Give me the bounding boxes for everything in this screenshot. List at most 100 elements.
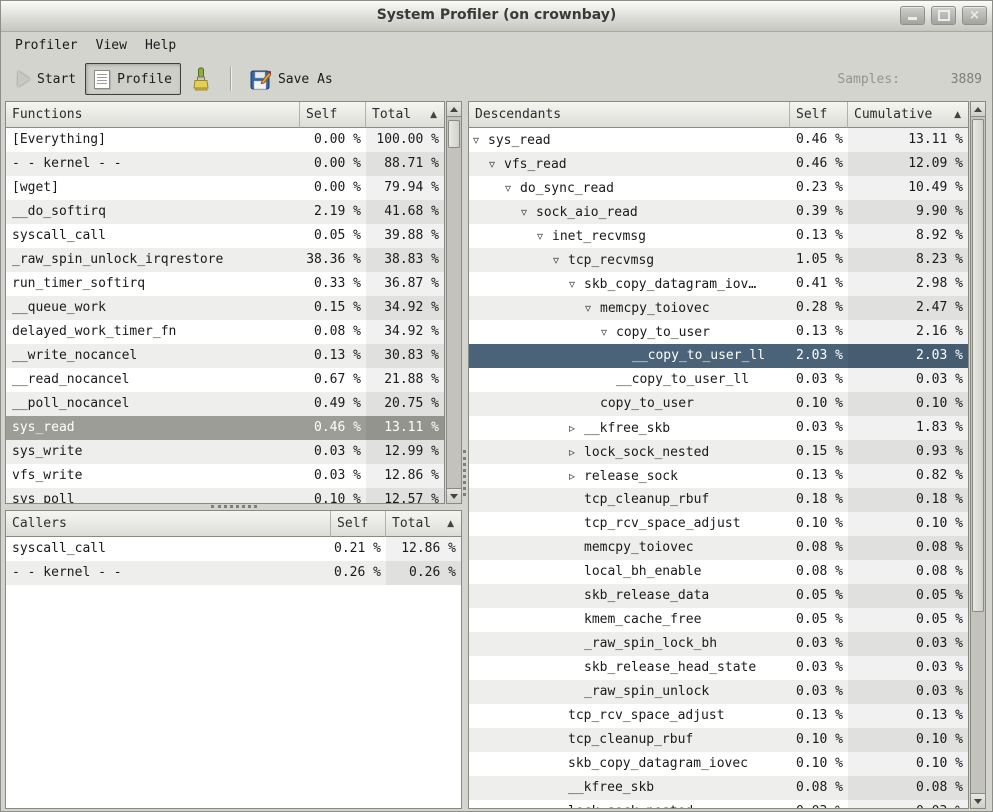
table-row[interactable]: lock_sock_nested0.03 %0.03 % (469, 800, 968, 808)
menu-help[interactable]: Help (136, 35, 185, 56)
table-row[interactable]: - - kernel - -0.00 %88.71 % (6, 152, 444, 176)
callers-column-header[interactable]: Callers (6, 511, 331, 537)
scroll-down-icon[interactable] (971, 793, 985, 808)
expander-open-icon[interactable]: ▿ (553, 248, 568, 272)
table-row[interactable]: vfs_write0.03 %12.86 % (6, 464, 444, 488)
expander-open-icon[interactable]: ▿ (489, 152, 504, 176)
self-value: 0.03 % (790, 800, 848, 808)
table-row[interactable]: __queue_work0.15 %34.92 % (6, 296, 444, 320)
callers-total-column-header[interactable]: Total ▲ (386, 511, 461, 537)
table-row[interactable]: skb_copy_datagram_iovec0.10 %0.10 % (469, 752, 968, 776)
functions-scrollbar-trough[interactable] (447, 117, 461, 488)
table-row[interactable]: syscall_call0.05 %39.88 % (6, 224, 444, 248)
self-value: 2.19 % (300, 200, 366, 224)
table-row[interactable]: __read_nocancel0.67 %21.88 % (6, 368, 444, 392)
table-row[interactable]: ▿memcpy_toiovec0.28 %2.47 % (469, 296, 968, 320)
descendants-self-column-header[interactable]: Self (790, 102, 848, 128)
expander-open-icon[interactable]: ▿ (505, 176, 520, 200)
callers-self-column-header[interactable]: Self (331, 511, 386, 537)
close-button[interactable]: × (962, 6, 987, 25)
total-value: 100.00 % (366, 128, 444, 152)
table-row[interactable]: tcp_rcv_space_adjust0.10 %0.10 % (469, 512, 968, 536)
self-value: 0.00 % (300, 176, 366, 200)
expander-open-icon[interactable]: ▿ (569, 272, 584, 296)
table-row[interactable]: _raw_spin_lock_bh0.03 %0.03 % (469, 632, 968, 656)
menu-view[interactable]: View (87, 35, 136, 56)
table-row[interactable]: tcp_cleanup_rbuf0.18 %0.18 % (469, 488, 968, 512)
table-row[interactable]: syscall_call0.21 %12.86 % (6, 537, 461, 561)
table-row[interactable]: [wget]0.00 %79.94 % (6, 176, 444, 200)
function-name: __do_softirq (6, 200, 300, 224)
table-row[interactable]: __poll_nocancel0.49 %20.75 % (6, 392, 444, 416)
table-row[interactable]: [Everything]0.00 %100.00 % (6, 128, 444, 152)
table-row[interactable]: ▿inet_recvmsg0.13 %8.92 % (469, 224, 968, 248)
start-button[interactable]: Start (9, 66, 85, 92)
table-row[interactable]: _raw_spin_unlock_irqrestore38.36 %38.83 … (6, 248, 444, 272)
table-row[interactable]: __do_softirq2.19 %41.68 % (6, 200, 444, 224)
self-column-header[interactable]: Self (300, 102, 366, 128)
table-row[interactable]: tcp_rcv_space_adjust0.13 %0.13 % (469, 704, 968, 728)
table-row[interactable]: ▿do_sync_read0.23 %10.49 % (469, 176, 968, 200)
menu-profiler[interactable]: Profiler (6, 35, 87, 56)
profile-toggle-button[interactable]: Profile (85, 63, 181, 95)
table-row[interactable]: skb_release_data0.05 %0.05 % (469, 584, 968, 608)
maximize-button[interactable] (931, 6, 956, 25)
expander-open-icon[interactable]: ▿ (521, 200, 536, 224)
functions-scrollbar-thumb[interactable] (448, 120, 460, 148)
minimize-button[interactable] (900, 6, 925, 25)
table-row[interactable]: memcpy_toiovec0.08 %0.08 % (469, 536, 968, 560)
table-row[interactable]: copy_to_user0.10 %0.10 % (469, 392, 968, 416)
expander-closed-icon[interactable]: ▹ (569, 416, 584, 440)
table-row[interactable]: ▿copy_to_user0.13 %2.16 % (469, 320, 968, 344)
functions-scrollbar[interactable] (446, 101, 462, 504)
table-row[interactable]: ▹release_sock0.13 %0.82 % (469, 464, 968, 488)
table-row[interactable]: __copy_to_user_ll0.03 %0.03 % (469, 368, 968, 392)
descendants-scrollbar-trough[interactable] (971, 117, 985, 793)
table-row[interactable]: local_bh_enable0.08 %0.08 % (469, 560, 968, 584)
samples-value: 3889 (900, 72, 982, 87)
table-row[interactable]: sys_read0.46 %13.11 % (6, 416, 444, 440)
expander-closed-icon[interactable]: ▹ (569, 464, 584, 488)
vertical-pane-splitter[interactable] (461, 98, 468, 809)
scroll-up-icon[interactable] (447, 102, 461, 117)
descendants-scrollbar[interactable] (970, 101, 986, 809)
horizontal-pane-splitter[interactable] (5, 503, 462, 510)
expander-open-icon[interactable]: ▿ (601, 320, 616, 344)
table-row[interactable]: sys_write0.03 %12.99 % (6, 440, 444, 464)
table-row[interactable]: __kfree_skb0.08 %0.08 % (469, 776, 968, 800)
table-row[interactable]: ▹__kfree_skb0.03 %1.83 % (469, 416, 968, 440)
descendants-scrollbar-thumb[interactable] (972, 119, 984, 612)
functions-column-header[interactable]: Functions (6, 102, 300, 128)
reset-button[interactable] (181, 62, 220, 96)
table-row[interactable]: ▿sock_aio_read0.39 %9.90 % (469, 200, 968, 224)
table-row[interactable]: delayed_work_timer_fn0.08 %34.92 % (6, 320, 444, 344)
table-row[interactable]: sys_poll0.10 %12.57 % (6, 488, 444, 503)
table-row[interactable]: tcp_cleanup_rbuf0.10 %0.10 % (469, 728, 968, 752)
titlebar: System Profiler (on crownbay) × (1, 1, 992, 32)
save-as-button[interactable]: Save As (241, 64, 342, 95)
table-row[interactable]: __copy_to_user_ll2.03 %2.03 % (469, 344, 968, 368)
table-row[interactable]: ▿sys_read0.46 %13.11 % (469, 128, 968, 152)
table-row[interactable]: skb_release_head_state0.03 %0.03 % (469, 656, 968, 680)
table-row[interactable]: __write_nocancel0.13 %30.83 % (6, 344, 444, 368)
table-row[interactable]: ▿skb_copy_datagram_iov…0.41 %2.98 % (469, 272, 968, 296)
table-row[interactable]: ▿vfs_read0.46 %12.09 % (469, 152, 968, 176)
descendants-column-header[interactable]: Descendants (469, 102, 790, 128)
table-row[interactable]: - - kernel - -0.26 %0.26 % (6, 561, 461, 585)
table-row[interactable]: run_timer_softirq0.33 %36.87 % (6, 272, 444, 296)
expander-closed-icon[interactable]: ▹ (569, 440, 584, 464)
self-value: 0.05 % (790, 584, 848, 608)
total-column-header[interactable]: Total ▲ (366, 102, 444, 128)
table-row[interactable]: ▹lock_sock_nested0.15 %0.93 % (469, 440, 968, 464)
cumulative-value: 0.05 % (848, 608, 968, 632)
table-row[interactable]: kmem_cache_free0.05 %0.05 % (469, 608, 968, 632)
scroll-up-icon[interactable] (971, 102, 985, 117)
table-row[interactable]: _raw_spin_unlock0.03 %0.03 % (469, 680, 968, 704)
expander-open-icon[interactable]: ▿ (473, 128, 488, 152)
scroll-down-icon[interactable] (447, 488, 461, 503)
callers-rows: syscall_call0.21 %12.86 %- - kernel - -0… (6, 537, 461, 808)
table-row[interactable]: ▿tcp_recvmsg1.05 %8.23 % (469, 248, 968, 272)
expander-open-icon[interactable]: ▿ (537, 224, 552, 248)
expander-open-icon[interactable]: ▿ (585, 296, 600, 320)
cumulative-column-header[interactable]: Cumulative ▲ (848, 102, 968, 128)
